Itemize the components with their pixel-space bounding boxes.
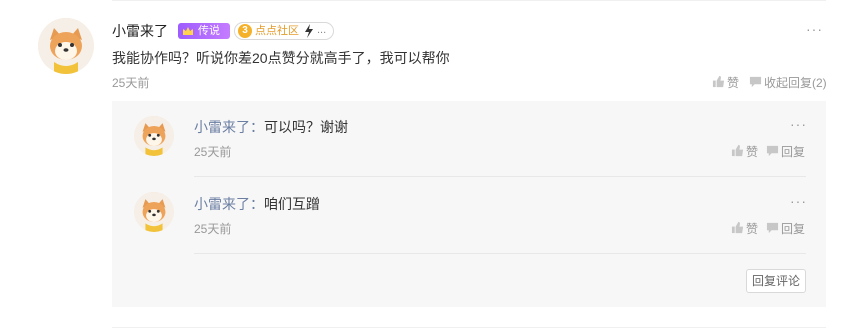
comment-icon <box>766 145 779 157</box>
coin-icon: 3 <box>238 24 252 38</box>
reply-divider <box>194 253 806 254</box>
bolt-icon <box>305 24 313 38</box>
reply-avatar[interactable] <box>134 192 174 232</box>
like-label: 赞 <box>746 222 759 236</box>
reply-author[interactable]: 小雷来了 <box>194 119 250 135</box>
reply-text: 咱们互蹭 <box>264 196 320 212</box>
top-divider <box>112 0 826 1</box>
reply-text-line: 小雷来了：可以吗？谢谢 <box>194 117 348 137</box>
avatar[interactable] <box>38 18 94 74</box>
comment-time: 25天前 <box>112 76 150 90</box>
reply-comment-button[interactable]: 回复评论 <box>746 269 806 293</box>
reply-avatar[interactable] <box>134 116 174 156</box>
shiba-avatar-icon <box>134 116 174 156</box>
legend-badge: 传说 <box>178 23 230 39</box>
reply-separator: ： <box>250 196 264 212</box>
reply-separator: ： <box>250 119 264 135</box>
thumb-up-icon <box>712 75 725 88</box>
collapse-label: 收起回复(2) <box>764 76 827 90</box>
crown-icon <box>183 27 193 35</box>
reply-text-line: 小雷来了：咱们互蹭 <box>194 194 320 214</box>
community-badge-label: 点点社区 <box>255 25 299 37</box>
thumb-up-icon <box>731 144 744 157</box>
reply-author[interactable]: 小雷来了 <box>194 196 250 212</box>
reply-label: 回复 <box>781 145 806 159</box>
like-label: 赞 <box>727 76 740 90</box>
shiba-avatar-icon <box>38 18 94 74</box>
reply-time: 25天前 <box>194 145 232 159</box>
comment-icon <box>749 76 762 88</box>
shiba-avatar-icon <box>134 192 174 232</box>
comment-icon <box>766 222 779 234</box>
more-icon[interactable]: ··· <box>790 116 807 132</box>
bottom-divider <box>112 327 826 328</box>
thumb-up-icon <box>731 221 744 234</box>
like-label: 赞 <box>746 145 759 159</box>
reply-text: 可以吗？谢谢 <box>264 119 348 135</box>
reply-label: 回复 <box>781 222 806 236</box>
reply-divider <box>194 176 806 177</box>
legend-badge-label: 传说 <box>198 25 220 37</box>
more-icon[interactable]: ··· <box>790 193 807 209</box>
comment-author[interactable]: 小雷来了 <box>112 21 168 41</box>
reply-time: 25天前 <box>194 222 232 236</box>
community-badge-more: ... <box>317 24 327 36</box>
community-badge[interactable]: 3 点点社区 ... <box>234 22 334 40</box>
more-icon[interactable]: ··· <box>806 21 823 37</box>
comment-content: 我能协作吗？听说你差20点赞分就高手了，我可以帮你 <box>112 50 450 66</box>
